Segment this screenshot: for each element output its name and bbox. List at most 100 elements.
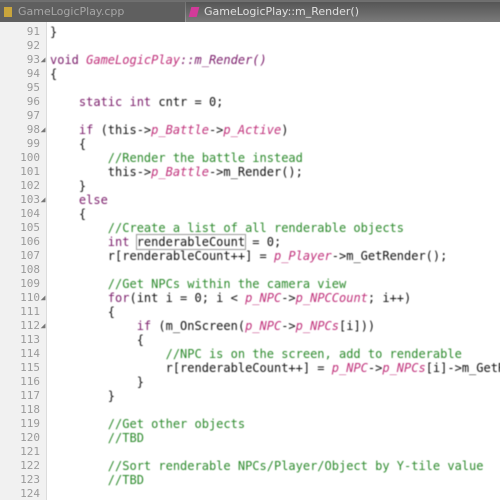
tab-function-label: GameLogicPlay::m_Render() [204, 5, 360, 18]
code-token: int [50, 235, 137, 249]
code-token: = 0; [245, 235, 282, 249]
code-token: r[renderableCount++] = [50, 249, 274, 263]
code-token: -> [281, 319, 296, 333]
line-number: 116 [20, 375, 40, 388]
code-token: [i]->m_GetRender(); [425, 361, 500, 375]
code-token: } [50, 375, 144, 389]
code-token: [i])) [339, 319, 376, 333]
code-comment: //NPC is on the screen, add to renderabl… [50, 347, 462, 361]
line-number: 113 [20, 333, 40, 346]
code-line[interactable]: this->p_Battle->m_Render(); [50, 165, 303, 179]
code-token: -> [281, 291, 296, 305]
code-token: ; i++) [367, 291, 412, 305]
code-line[interactable]: } [50, 179, 86, 193]
code-token: { [50, 305, 116, 319]
fold-triangle-icon[interactable]: ◢ [40, 123, 46, 137]
code-line[interactable]: //TBD [50, 431, 144, 445]
code-token: for [50, 291, 130, 305]
code-line[interactable]: //Get NPCs within the camera view [50, 277, 346, 291]
code-token: r[renderableCount++] = [50, 361, 332, 375]
code-line[interactable]: //NPC is on the screen, add to renderabl… [50, 347, 462, 361]
line-number: 119 [20, 417, 40, 430]
code-token: void [50, 53, 87, 67]
code-line[interactable]: } [50, 25, 57, 39]
line-number: 108 [20, 263, 40, 276]
line-number: 101 [20, 165, 40, 178]
code-token: p_NPC [245, 291, 282, 305]
line-number: 107 [20, 249, 40, 262]
code-area[interactable]: } void GameLogicPlay::m_Render(){ static … [50, 22, 500, 500]
code-line[interactable]: { [50, 67, 57, 81]
line-number: 117 [20, 389, 40, 402]
code-comment: //TBD [50, 473, 144, 487]
tab-file[interactable]: GameLogicPlay.cpp [0, 2, 185, 22]
line-number: 95 [26, 81, 40, 94]
code-line[interactable]: //TBD [50, 473, 144, 487]
code-line[interactable]: if (m_OnScreen(p_NPC->p_NPCs[i])) [50, 319, 375, 333]
line-number: 96 [26, 95, 40, 108]
code-line[interactable]: //Create a list of all renderable object… [50, 221, 404, 235]
tab-bar: GameLogicPlay.cpp GameLogicPlay::m_Rende… [0, 0, 500, 22]
line-number: 114 [20, 347, 40, 360]
code-line[interactable]: //Render the battle instead [50, 151, 303, 165]
code-line[interactable]: } [50, 375, 144, 389]
code-line[interactable]: else [50, 193, 108, 207]
code-line[interactable]: { [50, 207, 86, 221]
line-number: 99 [26, 137, 40, 150]
code-token: renderableCount [135, 234, 247, 250]
code-comment: //Sort renderable NPCs/Player/Object by … [50, 459, 484, 473]
tab-function[interactable]: GameLogicPlay::m_Render() [186, 2, 500, 22]
line-number: 104 [20, 207, 40, 220]
code-line[interactable]: { [50, 305, 115, 319]
tab-file-label: GameLogicPlay.cpp [18, 5, 125, 18]
code-token: p_NPCs [382, 361, 426, 375]
code-token: p_Player [273, 249, 332, 263]
code-line[interactable]: } [50, 389, 115, 403]
code-line[interactable]: r[renderableCount++] = p_Player->m_GetRe… [50, 249, 448, 263]
line-number: 115 [20, 361, 40, 374]
line-number: 123 [20, 473, 40, 486]
code-token: } [50, 25, 58, 39]
code-token: if [50, 123, 101, 137]
code-line[interactable]: void GameLogicPlay::m_Render() [50, 53, 267, 67]
code-line[interactable]: //Sort renderable NPCs/Player/Object by … [50, 459, 484, 473]
code-comment: //Render the battle instead [50, 151, 303, 165]
code-token: ->m_Render(); [208, 165, 303, 179]
fold-triangle-icon[interactable]: ◢ [40, 53, 46, 67]
line-number: 94 [26, 67, 40, 80]
line-number: 120 [20, 431, 40, 444]
code-token: p_Battle [151, 165, 209, 179]
code-line[interactable]: { [50, 333, 144, 347]
line-number-gutter: 91 92 93 ◢ 94 95 96 97 98 ◢ 99 100 101 102 103 ◢ 104 105 1… [0, 22, 47, 500]
code-token: { [50, 333, 144, 347]
fold-triangle-icon[interactable]: ◢ [40, 319, 46, 333]
line-number: 111 [20, 305, 40, 318]
code-line[interactable]: for(int i = 0; i < p_NPC->p_NPCCount; i+… [50, 291, 411, 305]
code-token: { [50, 137, 87, 151]
code-line[interactable]: //Get other objects [50, 417, 245, 431]
code-token: GameLogicPlay [86, 53, 181, 67]
function-icon [188, 7, 200, 17]
code-token: static int [50, 95, 159, 109]
code-line[interactable]: static int cntr = 0; [50, 95, 224, 109]
code-line[interactable]: { [50, 137, 86, 151]
fold-triangle-icon[interactable]: ◢ [40, 291, 46, 305]
line-number: 102 [20, 179, 40, 192]
code-line[interactable]: r[renderableCount++] = p_NPC->p_NPCs[i]-… [50, 361, 500, 375]
line-number: 103 [20, 193, 40, 206]
code-line[interactable]: if (this->p_Battle->p_Active) [50, 123, 289, 137]
fold-triangle-icon[interactable]: ◢ [40, 193, 46, 207]
code-token: p_NPCCount [295, 291, 368, 305]
line-number: 106 [20, 235, 40, 248]
code-token: (this-> [100, 123, 152, 137]
code-token: { [50, 207, 87, 221]
code-comment: //Get other objects [50, 417, 246, 431]
code-comment: //TBD [50, 431, 144, 445]
code-comment: //Get NPCs within the camera view [50, 277, 347, 291]
code-token: p_NPC [331, 361, 368, 375]
line-number: 112 [20, 319, 40, 332]
code-editor-window: GameLogicPlay.cpp GameLogicPlay::m_Rende… [0, 0, 500, 500]
code-line[interactable]: int renderableCount = 0; [50, 234, 282, 250]
code-token: this-> [50, 165, 152, 179]
line-number: 109 [20, 277, 40, 290]
